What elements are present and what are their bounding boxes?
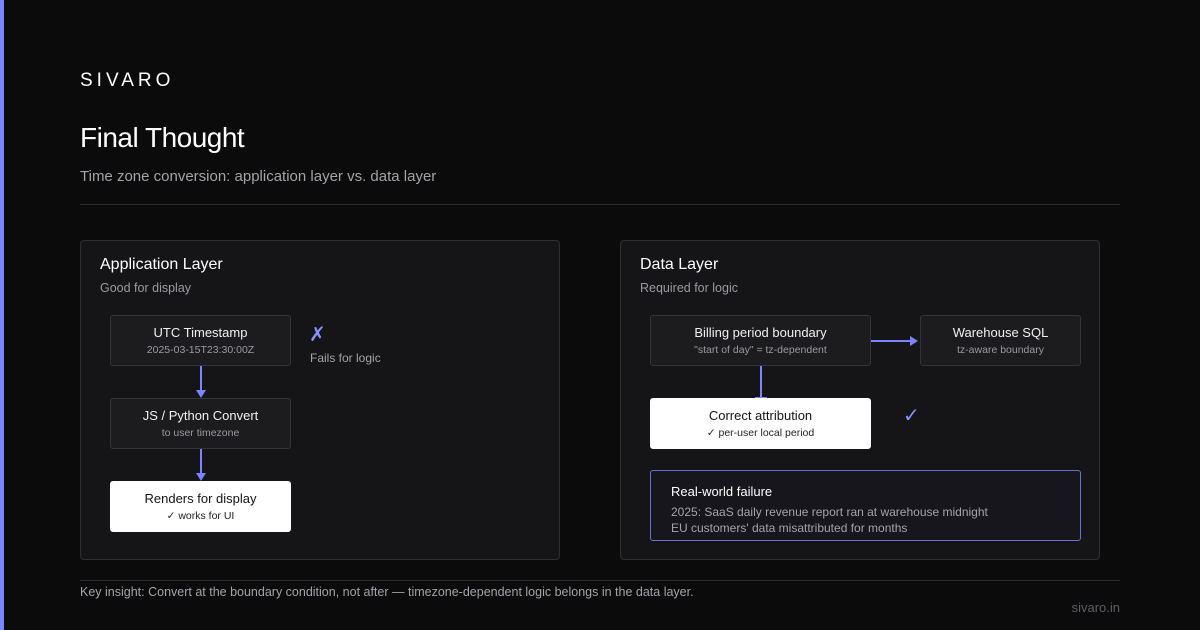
real-world-failure-callout: Real-world failure 2025: SaaS daily reve… [650,470,1081,541]
billing-boundary-node: Billing period boundary "start of day" =… [650,315,871,366]
node-label: Renders for display [144,491,257,506]
check-mark-icon: ✓ [903,405,920,427]
connector-line [760,366,762,399]
arrow-down-icon [196,390,206,398]
node-label: Billing period boundary [694,325,827,340]
site-url: sivaro.in [1071,600,1120,615]
node-sublabel: ✓ works for UI [166,510,235,522]
convert-node: JS / Python Convert to user timezone [110,398,291,449]
page-subtitle: Time zone conversion: application layer … [80,168,437,185]
accent-bar [0,0,4,630]
node-sublabel: "start of day" = tz-dependent [694,344,827,356]
node-label: JS / Python Convert [142,408,259,423]
node-sublabel: to user timezone [161,427,240,439]
node-label: UTC Timestamp [153,325,248,340]
connector-line [871,340,911,342]
node-sublabel: 2025-03-15T23:30:00Z [146,344,255,356]
node-label: Correct attribution [708,408,813,423]
correct-attribution-node: Correct attribution ✓ per-user local per… [650,398,871,449]
panel-title: Data Layer [640,256,719,273]
node-sublabel: tz-aware boundary [957,344,1044,356]
panel-title: Application Layer [100,256,223,273]
key-insight: Key insight: Convert at the boundary con… [80,585,694,599]
callout-title: Real-world failure [671,484,773,499]
warehouse-sql-node: Warehouse SQL tz-aware boundary [920,315,1081,366]
data-layer-panel: Data Layer Required for logic Billing pe… [620,240,1100,560]
brand-logo: SIVARO [80,70,175,91]
panel-subtitle: Good for display [100,281,192,295]
cross-mark-icon: ✗ [309,324,326,346]
renders-display-node: Renders for display ✓ works for UI [110,481,291,532]
panel-subtitle: Required for logic [640,281,738,295]
fail-note: Fails for logic [310,351,381,365]
connector-line [200,449,202,474]
connector-line [200,366,202,391]
node-sublabel: ✓ per-user local period [706,427,815,439]
utc-timestamp-node: UTC Timestamp 2025-03-15T23:30:00Z [110,315,291,366]
callout-line: 2025: SaaS daily revenue report ran at w… [671,505,988,519]
arrow-down-icon [196,473,206,481]
application-layer-panel: Application Layer Good for display UTC T… [80,240,560,560]
callout-line: EU customers' data misattributed for mon… [671,521,908,535]
page-title: Final Thought [80,122,245,153]
node-label: Warehouse SQL [952,325,1049,340]
arrow-right-icon [910,336,918,346]
footer-divider [80,580,1120,581]
header-divider [80,204,1120,205]
